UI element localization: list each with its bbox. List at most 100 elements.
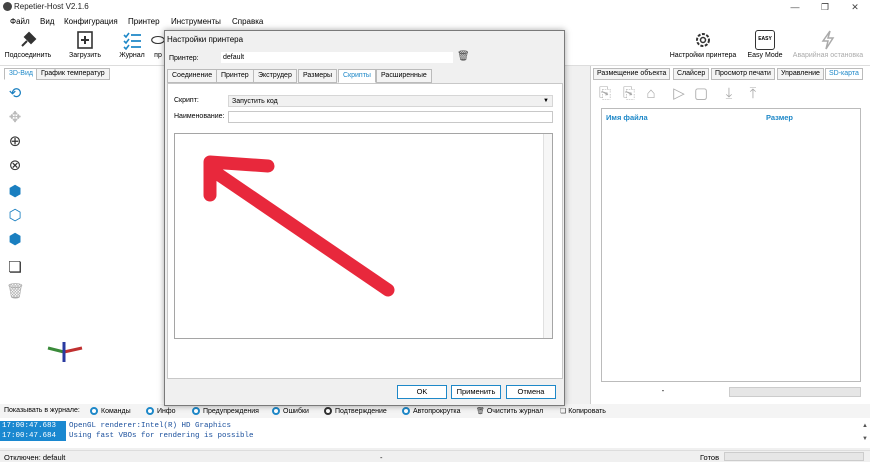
print-preview-button[interactable]: пр bbox=[151, 30, 165, 59]
dialog-title: Настройки принтера bbox=[167, 35, 244, 44]
tab-temperature-graph[interactable]: График температур bbox=[36, 68, 110, 80]
sd-col-size[interactable]: Размер bbox=[766, 113, 793, 122]
scripts-panel: Скрипт: Запустить код ▼ Наименование: bbox=[167, 83, 563, 379]
log-opt-info[interactable]: Инфо bbox=[146, 407, 176, 415]
script-select[interactable]: Запустить код ▼ bbox=[228, 95, 553, 107]
sd-add-file-icon[interactable]: ⎘ bbox=[619, 84, 639, 104]
log-scrollbar[interactable]: ▲ ▼ bbox=[860, 420, 870, 446]
window-title: Repetier-Host V2.1.6 bbox=[14, 2, 89, 11]
sd-progress-bar bbox=[729, 387, 861, 397]
sd-stop-icon[interactable]: ▢ bbox=[691, 84, 711, 104]
easy-mode-button[interactable]: EASY Easy Mode bbox=[744, 30, 786, 59]
chevron-down-icon: ▼ bbox=[543, 98, 549, 104]
emergency-stop-label: Аварийная остановка bbox=[792, 52, 864, 59]
log-opt-autoscroll[interactable]: Автопрокрутка bbox=[402, 407, 461, 415]
tab-object-placement[interactable]: Размещение объекта bbox=[593, 68, 671, 80]
log-show-label: Показывать в журнале: bbox=[4, 407, 80, 414]
rotate-icon[interactable]: ⟲ bbox=[6, 85, 24, 103]
script-editor-scrollbar[interactable] bbox=[543, 134, 552, 338]
cube-top-icon[interactable]: ⬢ bbox=[6, 231, 24, 249]
log-opt-ack[interactable]: Подтверждение bbox=[324, 407, 387, 415]
log-opt-warnings[interactable]: Предупреждения bbox=[192, 407, 259, 415]
printer-settings-label: Настройки принтера bbox=[669, 52, 737, 59]
tab-extruder[interactable]: Экструдер bbox=[253, 69, 297, 83]
move-icon[interactable]: ✥ bbox=[6, 109, 24, 127]
cube-iso-icon[interactable]: ⬢ bbox=[6, 183, 24, 201]
name-label: Наименование: bbox=[174, 113, 225, 120]
menu-config[interactable]: Конфигурация bbox=[64, 17, 118, 26]
emergency-stop-button[interactable]: Аварийная остановка bbox=[788, 30, 868, 59]
log-opt-errors[interactable]: Ошибки bbox=[272, 407, 309, 415]
tab-slicer[interactable]: Слайсер bbox=[673, 68, 710, 80]
close-button[interactable]: ✕ bbox=[840, 0, 870, 14]
log-line: 17:00:47.683 OpenGL renderer:Intel(R) HD … bbox=[0, 421, 232, 431]
tab-scripts[interactable]: Скрипты bbox=[338, 69, 376, 83]
delete-object-icon[interactable]: 🗑 bbox=[6, 283, 25, 301]
axis-gizmo-icon bbox=[47, 342, 83, 362]
print-preview-label: пр bbox=[154, 52, 162, 59]
sd-col-name[interactable]: Имя файла bbox=[606, 113, 648, 122]
trash-icon: 🗑 bbox=[476, 408, 487, 415]
script-editor[interactable] bbox=[174, 133, 553, 339]
sd-folder-icon[interactable]: ⌂ bbox=[641, 84, 661, 104]
sd-progress-value: - bbox=[661, 386, 665, 395]
script-select-value: Запустить код bbox=[232, 98, 278, 105]
view-tools: ⟲ ✥ ⊕ ⊗ ⬢ ⬡ ⬢ ❏ 🗑 bbox=[2, 81, 25, 403]
menu-bar: Файл Вид Конфигурация Принтер Инструмент… bbox=[0, 14, 870, 28]
menu-view[interactable]: Вид bbox=[40, 17, 54, 26]
connect-button[interactable]: Подсоединить bbox=[2, 30, 54, 59]
tab-advanced[interactable]: Расширенные bbox=[376, 69, 432, 83]
sd-upload-icon[interactable]: ⤒ bbox=[743, 84, 763, 104]
copy-object-icon[interactable]: ❏ bbox=[6, 259, 24, 277]
easy-mode-label: Easy Mode bbox=[747, 52, 783, 59]
add-file-icon bbox=[77, 31, 93, 49]
maximize-button[interactable]: ❐ bbox=[810, 0, 840, 14]
copy-log-button[interactable]: ❏ Копировать bbox=[560, 407, 606, 415]
delete-printer-icon[interactable]: 🗑 bbox=[457, 51, 470, 64]
cube-front-icon[interactable]: ⬡ bbox=[6, 207, 24, 225]
tab-3d-view[interactable]: 3D-Вид bbox=[4, 68, 38, 80]
tab-dimensions[interactable]: Размеры bbox=[298, 69, 338, 83]
status-connection: Отключен: default bbox=[4, 453, 66, 462]
clear-log-button[interactable]: 🗑 Очистить журнал bbox=[476, 407, 543, 415]
menu-file[interactable]: Файл bbox=[10, 17, 30, 26]
printer-label: Принтер: bbox=[169, 55, 199, 62]
tab-sd-card[interactable]: SD-карта bbox=[825, 68, 863, 80]
name-field[interactable] bbox=[228, 111, 553, 123]
ok-button[interactable]: OK bbox=[397, 385, 447, 399]
easy-badge-icon: EASY bbox=[755, 30, 775, 50]
tab-control[interactable]: Управление bbox=[777, 68, 824, 80]
printer-select[interactable]: default bbox=[221, 52, 453, 63]
printer-settings-button[interactable]: Настройки принтера bbox=[664, 30, 742, 59]
sd-play-icon[interactable]: ▷ bbox=[669, 84, 689, 104]
right-pane: Размещение объекта Слайсер Просмотр печа… bbox=[590, 66, 870, 404]
tab-print-preview[interactable]: Просмотр печати bbox=[711, 68, 775, 80]
menu-tools[interactable]: Инструменты bbox=[171, 17, 221, 26]
sd-file-table[interactable]: Имя файла Размер bbox=[601, 108, 861, 382]
sd-download-icon[interactable]: ⤓ bbox=[719, 84, 739, 104]
load-button[interactable]: Загрузить bbox=[66, 30, 104, 59]
app-icon bbox=[3, 2, 12, 11]
tab-printer[interactable]: Принтер bbox=[216, 69, 254, 83]
menu-printer[interactable]: Принтер bbox=[128, 17, 160, 26]
cancel-button[interactable]: Отмена bbox=[506, 385, 556, 399]
printer-settings-dialog: Настройки принтера Принтер: default 🗑 Со… bbox=[164, 30, 565, 406]
checklist-icon bbox=[123, 32, 141, 50]
sd-new-file-icon[interactable]: ⎘ bbox=[595, 84, 615, 104]
tab-connection[interactable]: Соединение bbox=[167, 69, 218, 83]
log-line: 17:00:47.684 Using fast VBOs for renderin… bbox=[0, 431, 254, 441]
zoom-icon[interactable]: ⊕ bbox=[6, 133, 24, 151]
log-button[interactable]: Журнал bbox=[114, 30, 150, 59]
fit-icon[interactable]: ⊗ bbox=[6, 157, 24, 175]
plug-icon bbox=[21, 31, 37, 47]
apply-button[interactable]: Применить bbox=[451, 385, 501, 399]
log-opt-commands[interactable]: Команды bbox=[90, 407, 131, 415]
script-label: Скрипт: bbox=[174, 97, 199, 104]
lightning-icon bbox=[821, 30, 835, 50]
menu-help[interactable]: Справка bbox=[232, 17, 263, 26]
minimize-button[interactable]: — bbox=[780, 0, 810, 14]
log-options-bar: Показывать в журнале: Команды Инфо Преду… bbox=[0, 404, 870, 418]
connect-label: Подсоединить bbox=[4, 52, 52, 59]
status-progress-bar bbox=[724, 452, 864, 461]
status-bar: Отключен: default - Готов bbox=[0, 450, 870, 462]
